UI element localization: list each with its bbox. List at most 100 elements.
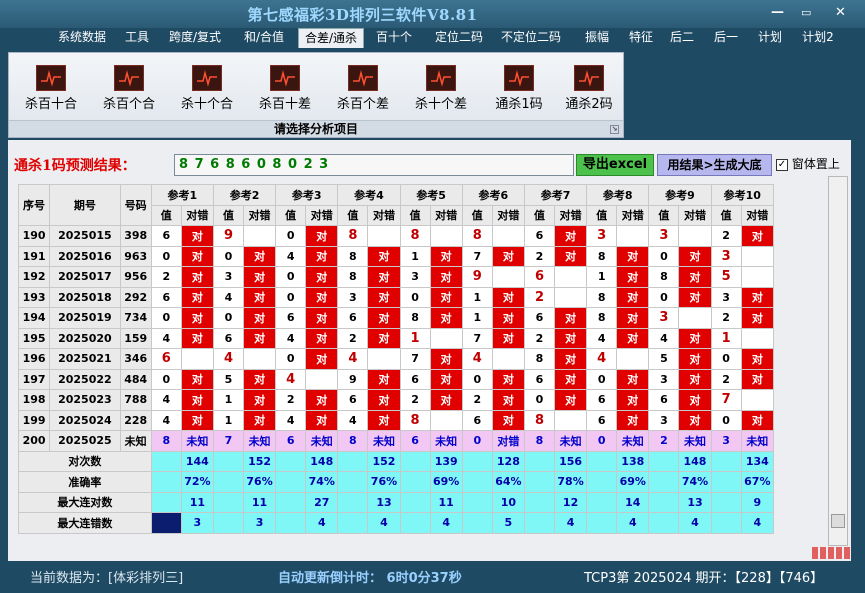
cell-value: 4 — [275, 368, 307, 390]
menu-tab[interactable]: 不定位二码 — [494, 28, 568, 48]
menu-tab[interactable]: 振幅 — [576, 28, 618, 48]
pending-row[interactable]: 200 2025025 未知 8 未知 7 未知 6 未知 8 未知 6 未知 0 对错 8 未知 0 未知 2 未知 3… — [17, 430, 775, 452]
ribbon-item[interactable]: 杀百十差 — [250, 65, 320, 112]
menu-tab[interactable]: 特征 — [620, 28, 662, 48]
menu-tab[interactable]: 后一 — [708, 28, 744, 48]
ribbon-item[interactable]: 通杀1码 — [484, 65, 554, 112]
stat-spacer — [337, 471, 369, 493]
cell-value: 2 — [710, 225, 742, 247]
column-header-ref[interactable]: 参考3 — [275, 184, 339, 206]
topmost-toggle[interactable]: ✓ 窗体置上 — [776, 155, 840, 172]
column-header-ref[interactable]: 参考7 — [523, 184, 588, 206]
stat-value: 156 — [554, 450, 588, 472]
column-header-ref[interactable]: 参考4 — [337, 184, 401, 206]
cell-value: 0 — [461, 368, 493, 390]
column-header-ref[interactable]: 参考2 — [212, 184, 277, 206]
menu-tab[interactable]: 计划2 — [794, 28, 842, 48]
stat-spacer — [710, 471, 742, 493]
stat-spacer — [399, 471, 431, 493]
cell-judge — [491, 225, 525, 247]
ribbon-expand-icon[interactable]: ↘ — [610, 125, 619, 134]
subheader-judge: 对错 — [616, 204, 650, 226]
cell-value: 9 — [337, 368, 369, 390]
row-period: 2025021 — [49, 348, 121, 370]
table-row[interactable]: 192 2025017 956 2 对 3 对 0 对 8 对 3 对 9 6 1 对 8 对 5 — [17, 266, 775, 288]
cell-judge: 对 — [242, 409, 277, 431]
row-code: 159 — [119, 327, 152, 349]
close-button[interactable]: ✕ — [835, 5, 846, 21]
cell-value: 0 — [523, 389, 556, 411]
table-row[interactable]: 199 2025024 228 4 对 1 对 4 对 4 对 8 6 对 8 6 对 3 对 0 对 — [17, 409, 775, 431]
stat-spacer — [710, 491, 742, 513]
analysis-table: 序号 期号 号码 参考1 参考2 参考3 参考4 参考5 参考6 参考7 参考8 参考9 参考10 值 对错… — [17, 184, 775, 534]
stat-row: 最大连错数 3 3 4 4 4 5 4 4 4 4 — [18, 512, 775, 534]
scrollbar-thumb[interactable] — [831, 514, 845, 528]
stat-value: 4 — [678, 512, 712, 534]
menu-tab[interactable]: 定位二码 — [428, 28, 490, 48]
ribbon-item[interactable]: 杀十个合 — [172, 65, 242, 112]
menu-tab[interactable]: 工具 — [118, 28, 156, 48]
column-header-seq[interactable]: 序号 — [17, 184, 51, 226]
menu-tab[interactable]: 系统数据 — [50, 28, 114, 48]
table-row[interactable]: 198 2025023 788 4 对 1 对 2 对 6 对 2 对 2 对 0 对 6 对 6 对 7 — [17, 389, 775, 411]
column-header-ref[interactable]: 参考1 — [150, 184, 214, 206]
maximize-button[interactable]: ▭ — [801, 5, 811, 21]
stat-spacer — [150, 471, 182, 493]
generate-base-button[interactable]: 用结果>生成大底 — [657, 154, 772, 176]
menu-tab[interactable]: 计划 — [752, 28, 788, 48]
cell-value: 9 — [461, 266, 493, 288]
cell-judge: 对 — [554, 245, 588, 267]
stat-spacer — [461, 450, 493, 472]
cell-judge: 对 — [554, 348, 588, 370]
vertical-scrollbar[interactable] — [828, 176, 848, 546]
cell-judge: 对 — [367, 389, 401, 411]
ribbon-item[interactable]: 杀百个差 — [328, 65, 398, 112]
ribbon-item[interactable]: 杀百个合 — [94, 65, 164, 112]
cell-value: 3 — [710, 430, 742, 452]
table-row[interactable]: 194 2025019 734 0 对 0 对 6 对 6 对 8 对 1 对 6 对 8 对 3 2 对 — [17, 307, 775, 329]
ribbon-item[interactable]: 杀百十合 — [16, 65, 86, 112]
column-header-ref[interactable]: 参考10 — [710, 184, 775, 206]
subheader-value: 值 — [150, 204, 182, 226]
minimize-button[interactable]: — — [771, 5, 784, 21]
table-row[interactable]: 196 2025021 346 6 4 0 对 4 7 对 4 8 对 4 5 对 0 对 — [17, 348, 775, 370]
cell-judge — [367, 225, 401, 247]
table-row[interactable]: 193 2025018 292 6 对 4 对 0 对 3 对 0 对 1 对 2 8 对 0 对 3 对 — [17, 286, 775, 308]
stat-spacer — [399, 512, 431, 534]
cell-value: 8 — [150, 430, 182, 452]
cell-judge: 对 — [554, 307, 588, 329]
table-row[interactable]: 191 2025016 963 0 对 0 对 4 对 8 对 1 对 7 对 2 对 8 对 0 对 3 — [17, 245, 775, 267]
menu-tab[interactable]: 后二 — [664, 28, 700, 48]
column-header-ref[interactable]: 参考8 — [586, 184, 650, 206]
column-header-code[interactable]: 号码 — [119, 184, 152, 226]
menu-tab[interactable]: 百十个 — [372, 28, 416, 48]
menu-tab[interactable]: 跨度/复式 — [164, 28, 226, 48]
cell-value: 0 — [710, 348, 742, 370]
cell-judge: 对 — [429, 389, 463, 411]
menu-tab[interactable]: 和/合值 — [238, 28, 290, 48]
menu-tab[interactable]: 合差/通杀 — [298, 28, 364, 48]
cell-value: 2 — [523, 327, 556, 349]
cell-judge: 对 — [678, 327, 712, 349]
cell-judge: 对 — [491, 368, 525, 390]
cell-judge: 对 — [180, 327, 214, 349]
table-row[interactable]: 197 2025022 484 0 对 5 对 4 9 对 6 对 0 对 6 对 0 对 3 对 2 对 — [17, 368, 775, 390]
prediction-result-field[interactable]: 8 7 6 8 6 0 8 0 2 3 — [174, 154, 574, 176]
export-excel-button[interactable]: 导出excel — [576, 154, 654, 176]
table-row[interactable]: 195 2025020 159 4 对 6 对 4 对 2 对 1 7 对 2 对 4 对 4 对 1 — [17, 327, 775, 349]
column-header-period[interactable]: 期号 — [49, 184, 121, 226]
ribbon-item[interactable]: 通杀2码 — [554, 65, 624, 112]
cell-value: 6 — [275, 307, 307, 329]
column-header-ref[interactable]: 参考9 — [648, 184, 712, 206]
table-row[interactable]: 190 2025015 398 6 对 9 0 对 8 8 8 6 对 3 3 2 对 — [17, 225, 775, 247]
cell-judge: 未知 — [554, 430, 588, 452]
cell-judge: 对 — [429, 286, 463, 308]
column-header-ref[interactable]: 参考5 — [399, 184, 463, 206]
row-seq: 190 — [17, 225, 51, 247]
column-header-ref[interactable]: 参考6 — [461, 184, 525, 206]
topmost-checkbox[interactable]: ✓ — [776, 158, 788, 171]
cell-judge: 对 — [367, 307, 401, 329]
cell-value: 3 — [648, 409, 680, 431]
ribbon-item[interactable]: 杀十个差 — [406, 65, 476, 112]
cell-value: 6 — [586, 409, 618, 431]
